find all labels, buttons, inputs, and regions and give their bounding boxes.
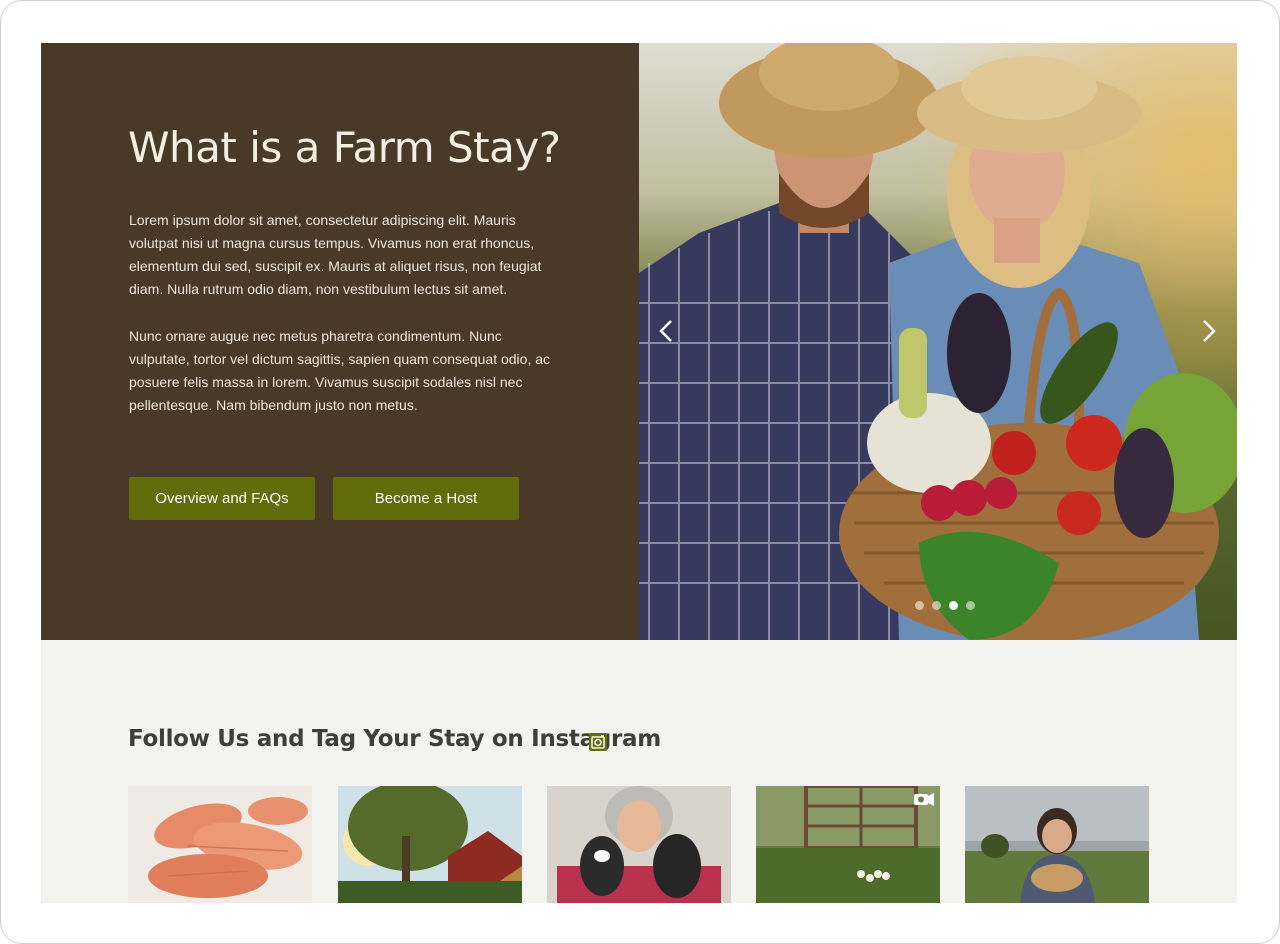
mushrooms-photo — [128, 786, 312, 903]
instagram-heading: Follow Us and Tag Your Stay on Instagram — [128, 726, 661, 752]
instagram-post-mushrooms[interactable] — [128, 786, 312, 903]
chevron-right-icon — [1203, 320, 1216, 342]
hero-paragraph-1: Lorem ipsum dolor sit amet, consectetur … — [129, 212, 542, 297]
video-camera-icon — [914, 793, 934, 806]
become-host-button[interactable]: Become a Host — [333, 477, 519, 520]
woman-with-lambs-photo — [547, 786, 731, 903]
carousel-dot-3[interactable] — [949, 601, 958, 610]
hero-photo-farmers-with-vegetable-basket — [639, 43, 1237, 640]
instagram-post-child-with-chicken[interactable] — [965, 786, 1149, 903]
instagram-post-chickens-gate[interactable] — [756, 786, 940, 903]
carousel-dot-2[interactable] — [932, 601, 941, 610]
instagram-post-woman-with-lambs[interactable] — [547, 786, 731, 903]
browser-frame: What is a Farm Stay? Lorem ipsum dolor s… — [0, 0, 1280, 944]
hero-carousel — [639, 43, 1237, 640]
carousel-prev-button[interactable] — [651, 311, 681, 351]
hero-text-panel: What is a Farm Stay? Lorem ipsum dolor s… — [41, 43, 639, 640]
overview-faqs-button[interactable]: Overview and FAQs — [129, 477, 315, 520]
instagram-post-barn-tree[interactable] — [338, 786, 522, 903]
carousel-indicators — [915, 601, 975, 610]
chickens-gate-photo — [756, 786, 940, 903]
hero-title: What is a Farm Stay? — [128, 123, 561, 172]
barn-tree-photo — [338, 786, 522, 903]
carousel-dot-1[interactable] — [915, 601, 924, 610]
chevron-left-icon — [659, 320, 672, 342]
child-with-chicken-photo — [965, 786, 1149, 903]
carousel-next-button[interactable] — [1194, 311, 1224, 351]
hero-section: What is a Farm Stay? Lorem ipsum dolor s… — [41, 43, 1237, 640]
page: What is a Farm Stay? Lorem ipsum dolor s… — [41, 43, 1237, 903]
instagram-icon[interactable] — [588, 732, 608, 752]
hero-paragraph-2: Nunc ornare augue nec metus pharetra con… — [129, 328, 551, 413]
carousel-dot-4[interactable] — [966, 601, 975, 610]
